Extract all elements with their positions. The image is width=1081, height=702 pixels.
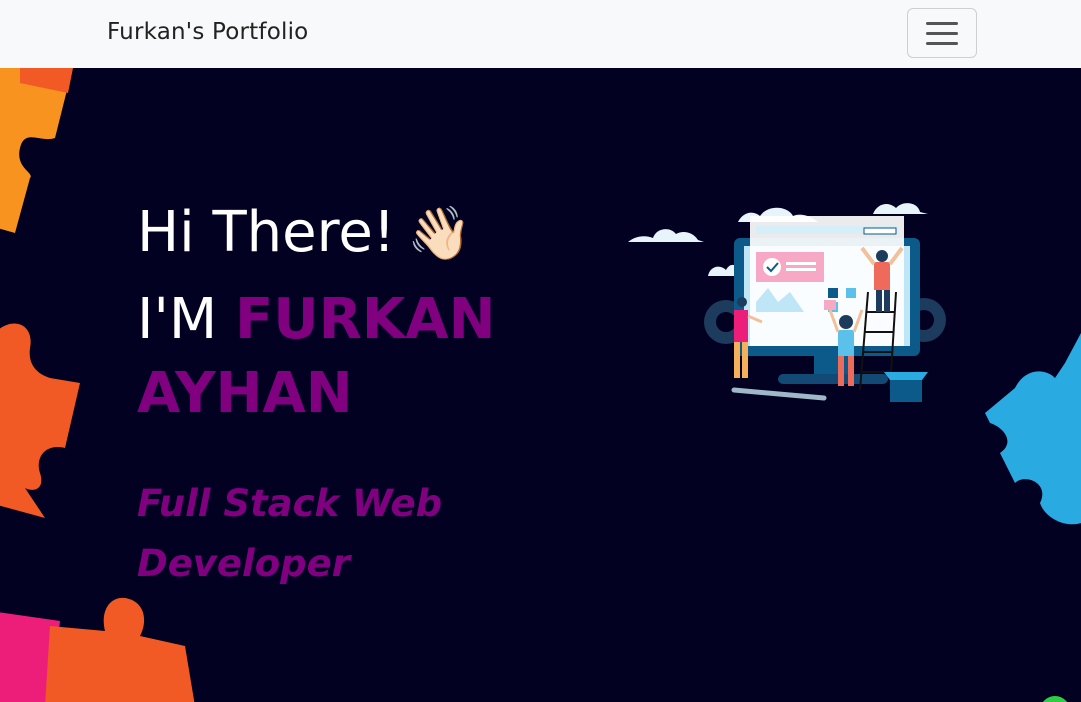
- hero-text: Hi There! 👋🏻 I'M FURKAN AYHAN: [137, 198, 557, 431]
- menu-toggle-button[interactable]: [907, 8, 977, 58]
- puzzle-piece-bottom-left: [0, 597, 195, 702]
- hero-section: Hi There! 👋🏻 I'M FURKAN AYHAN Full Stack …: [0, 68, 1081, 702]
- greeting-heading: Hi There! 👋🏻: [137, 198, 557, 269]
- puzzle-piece-right: [985, 333, 1081, 525]
- name-last: AYHAN: [137, 361, 353, 426]
- puzzle-piece-mid-left: [0, 323, 80, 518]
- brand-link[interactable]: Furkan's Portfolio: [107, 19, 308, 45]
- navbar: Furkan's Portfolio: [0, 0, 1081, 68]
- developer-illustration: [628, 203, 946, 402]
- wave-hand-icon: 👋🏻: [407, 204, 473, 264]
- name-heading: I'M FURKAN AYHAN: [137, 287, 496, 426]
- role-subtitle: Full Stack Web Developer: [137, 482, 443, 585]
- name-first: FURKAN: [235, 287, 496, 352]
- green-dot: [1040, 696, 1070, 702]
- cloud-icon: [628, 229, 704, 242]
- puzzle-piece-top-left: [0, 68, 73, 233]
- hamburger-icon: [926, 21, 958, 25]
